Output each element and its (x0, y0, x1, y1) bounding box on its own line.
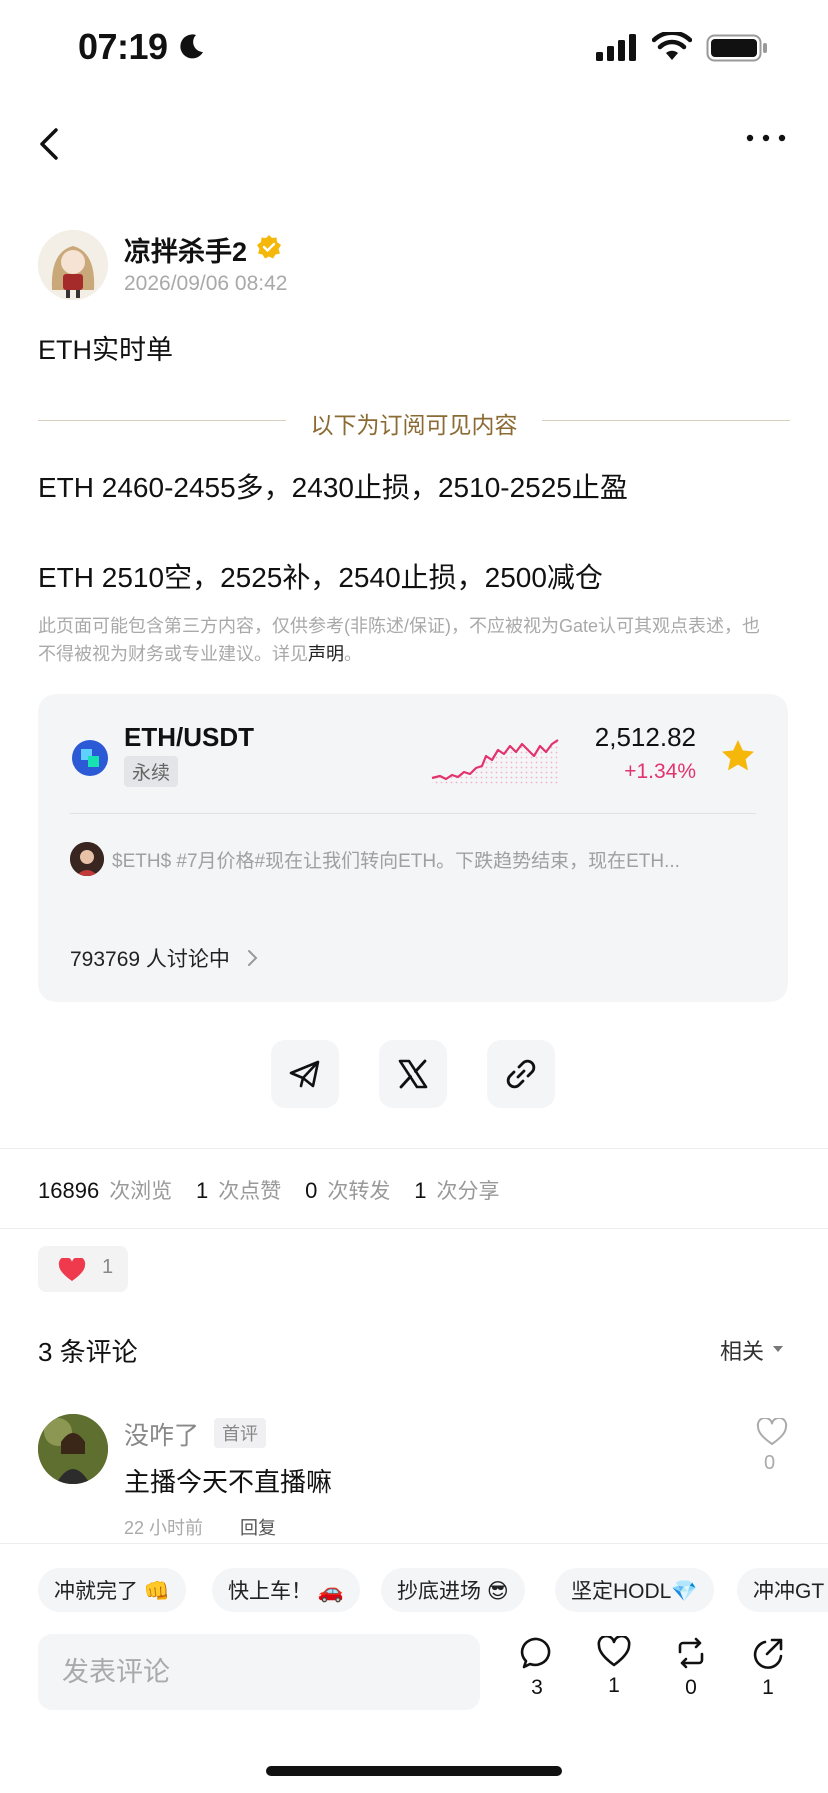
link-icon (506, 1059, 536, 1089)
shares-label: 次分享 (436, 1180, 500, 1203)
author-name[interactable]: 凉拌杀手2 (124, 230, 247, 269)
share-action-count: 1 (762, 1676, 774, 1699)
quick-reply-chip[interactable]: 快上车！ 🚗 (212, 1568, 360, 1612)
red-heart-icon (58, 1258, 86, 1281)
card-divider (70, 813, 756, 814)
comments-sort[interactable]: 相关 (720, 1334, 764, 1366)
author-avatar[interactable] (38, 230, 108, 300)
like-action-count: 1 (608, 1674, 620, 1697)
comment-input[interactable] (38, 1634, 480, 1710)
likes-count: 1 (196, 1178, 209, 1203)
comment-time: 22 小时前 (124, 1518, 204, 1538)
post-date: 2026/09/06 08:42 (124, 272, 288, 295)
post-line-1: ETH 2460-2455多，2430止损，2510-2525止盈 (38, 472, 628, 503)
discussion-snippet[interactable]: $ETH$ #7月价格#现在让我们转向ETH。下跌趋势结束，现在ETH... (112, 846, 752, 873)
quick-reply-chip[interactable]: 冲冲GT (737, 1568, 828, 1612)
pair-name: ETH/USDT (124, 722, 254, 752)
signal-icon (596, 34, 636, 61)
contract-type-badge: 永续 (124, 756, 179, 787)
share-x-button[interactable] (379, 1040, 447, 1108)
share-icon (753, 1638, 783, 1669)
views-count: 16896 (38, 1178, 100, 1203)
telegram-icon (289, 1060, 320, 1088)
comment-like-count: 0 (764, 1452, 776, 1474)
quick-reply-chip[interactable]: 坚定HODL💎 (555, 1568, 714, 1612)
section-divider (0, 1228, 828, 1229)
verified-badge-icon (257, 235, 281, 259)
shares-count: 1 (414, 1178, 427, 1203)
back-icon[interactable] (34, 122, 68, 166)
comments-action[interactable]: 3 (512, 1636, 562, 1700)
favorite-star-icon[interactable] (720, 738, 756, 774)
wifi-icon (652, 32, 692, 60)
post-title: ETH实时单 (38, 335, 173, 365)
section-divider (0, 1148, 828, 1149)
comment-bubble-icon (520, 1637, 551, 1669)
quick-reply-chip[interactable]: 抄底进场 😎 (381, 1568, 525, 1612)
home-indicator (266, 1766, 562, 1776)
price-sparkline (431, 739, 559, 786)
comments-action-count: 3 (531, 1676, 543, 1699)
comment-reply-button[interactable]: 回复 (240, 1514, 276, 1540)
x-logo-icon (398, 1059, 428, 1089)
disclaimer-link[interactable]: 声明 (308, 644, 344, 664)
battery-icon (706, 34, 767, 62)
repost-icon (678, 1637, 704, 1669)
status-time: 07:19 (78, 26, 168, 67)
snippet-avatar (70, 842, 104, 876)
commenter-avatar[interactable] (38, 1414, 108, 1484)
chevron-right-icon (248, 950, 258, 966)
first-comment-badge: 首评 (214, 1418, 266, 1448)
post-line-2: ETH 2510空，2525补，2540止损，2500减仓 (38, 562, 603, 593)
reposts-count: 0 (305, 1178, 318, 1203)
disclaimer: 此页面可能包含第三方内容，仅供参考(非陈述/保证)，不应被视为Gate认可其观点… (38, 612, 768, 668)
disclaimer-text: 此页面可能包含第三方内容，仅供参考(非陈述/保证)，不应被视为Gate认可其观点… (38, 616, 761, 664)
discussion-count[interactable]: 793769 人讨论中 (70, 943, 230, 973)
comments-title: 3 条评论 (38, 1337, 138, 1367)
reposts-label: 次转发 (327, 1180, 391, 1203)
copy-link-button[interactable] (487, 1040, 555, 1108)
pair-price: 2,512.82 (594, 722, 696, 752)
more-options-icon[interactable] (744, 128, 788, 148)
like-action[interactable]: 1 (589, 1636, 639, 1698)
comment-text: 主播今天不直播嘛 (124, 1467, 333, 1497)
pair-change: +1.34% (624, 760, 696, 783)
caret-down-icon (773, 1346, 783, 1352)
likes-label: 次点赞 (218, 1180, 282, 1203)
commenter-name[interactable]: 没咋了 (124, 1416, 199, 1452)
gate-logo-icon (72, 740, 108, 776)
views-label: 次浏览 (109, 1180, 173, 1203)
reaction-count: 1 (102, 1256, 114, 1278)
post-stats: 16896 次浏览 1 次点赞 0 次转发 1 次分享 (38, 1175, 499, 1205)
heart-icon (597, 1636, 631, 1667)
moon-icon (180, 34, 203, 59)
share-action[interactable]: 1 (743, 1636, 793, 1700)
share-telegram-button[interactable] (271, 1040, 339, 1108)
repost-action[interactable]: 0 (666, 1636, 716, 1700)
quick-reply-chip[interactable]: 冲就完了 👊 (38, 1568, 186, 1612)
repost-action-count: 0 (685, 1676, 697, 1699)
comment-like-icon[interactable] (756, 1418, 788, 1446)
subscription-label: 以下为订阅可见内容 (310, 412, 518, 438)
disclaimer-end: 。 (344, 644, 362, 664)
